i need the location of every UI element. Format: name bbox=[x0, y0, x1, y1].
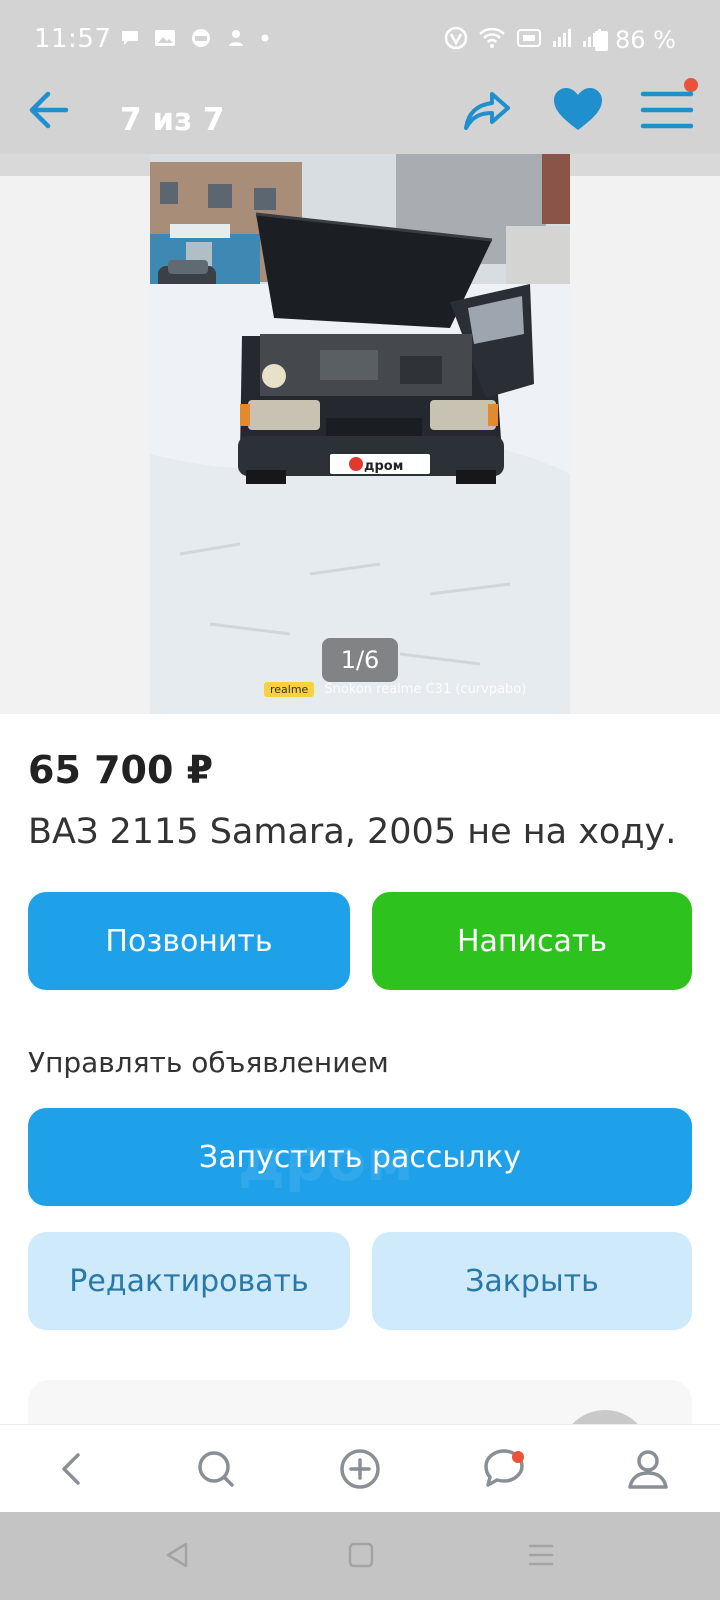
broadcast-button-label: Запустить рассылку bbox=[198, 1139, 522, 1175]
write-button[interactable]: Написать bbox=[372, 892, 692, 990]
hamburger-icon[interactable] bbox=[640, 88, 694, 132]
share-icon[interactable] bbox=[462, 84, 514, 136]
watermark-text: Snokon realme C31 (curvpabo) bbox=[324, 682, 527, 697]
square-home-icon[interactable] bbox=[346, 1540, 376, 1574]
plate-text: дром bbox=[364, 459, 403, 474]
call-button-label: Позвонить bbox=[105, 923, 273, 959]
chat-badge bbox=[512, 1451, 524, 1463]
dot-icon bbox=[260, 28, 270, 51]
menu-badge bbox=[684, 78, 698, 92]
chevron-left-icon[interactable] bbox=[46, 1443, 98, 1495]
signal-icon bbox=[552, 27, 572, 53]
lines-recents-icon[interactable] bbox=[526, 1540, 556, 1574]
photo-watermark: realme Snokon realme C31 (curvpabo) bbox=[264, 682, 526, 697]
top-app-bar: 7 из 7 bbox=[0, 66, 720, 154]
wifi-icon bbox=[478, 27, 506, 53]
profile-icon[interactable] bbox=[622, 1443, 674, 1495]
close-button-label: Закрыть bbox=[465, 1263, 599, 1299]
plus-circle-icon[interactable] bbox=[334, 1443, 386, 1495]
status-time: 11:57 bbox=[34, 24, 112, 54]
search-icon[interactable] bbox=[190, 1443, 242, 1495]
car-icon bbox=[190, 28, 212, 51]
heart-icon[interactable] bbox=[552, 86, 604, 134]
battery-percent: 86 % bbox=[615, 26, 676, 54]
write-button-label: Написать bbox=[456, 923, 608, 959]
vpn-icon bbox=[444, 26, 468, 54]
listing-price: 65 700 ₽ bbox=[28, 748, 214, 792]
edit-button[interactable]: Редактировать bbox=[28, 1232, 350, 1330]
photo-counter: 1/6 bbox=[322, 638, 398, 682]
image-icon bbox=[154, 28, 176, 51]
chat-bubble-icon bbox=[120, 28, 140, 51]
page-title: 7 из 7 bbox=[120, 102, 225, 138]
system-status-icons bbox=[444, 26, 602, 54]
car-photo[interactable]: дром bbox=[150, 154, 570, 714]
chat-icon[interactable] bbox=[478, 1443, 530, 1495]
system-navigation bbox=[0, 1512, 720, 1600]
status-bar: 11:57 86 % bbox=[0, 0, 720, 66]
close-listing-button[interactable]: Закрыть bbox=[372, 1232, 692, 1330]
call-button[interactable]: Позвонить bbox=[28, 892, 350, 990]
person-icon bbox=[226, 28, 246, 51]
listing-title: ВАЗ 2115 Samara, 2005 не на ходу. bbox=[28, 812, 677, 852]
volte-icon bbox=[516, 27, 542, 53]
arrow-left-icon[interactable] bbox=[26, 86, 74, 134]
bottom-navigation bbox=[0, 1424, 720, 1513]
triangle-back-icon[interactable] bbox=[162, 1540, 192, 1574]
notification-icons bbox=[120, 28, 270, 51]
watermark-brand: realme bbox=[264, 682, 315, 697]
edit-button-label: Редактировать bbox=[69, 1263, 309, 1299]
broadcast-button[interactable]: дром Запустить рассылку bbox=[28, 1108, 692, 1206]
manage-heading: Управлять объявлением bbox=[28, 1046, 389, 1079]
battery-icon bbox=[595, 31, 608, 51]
